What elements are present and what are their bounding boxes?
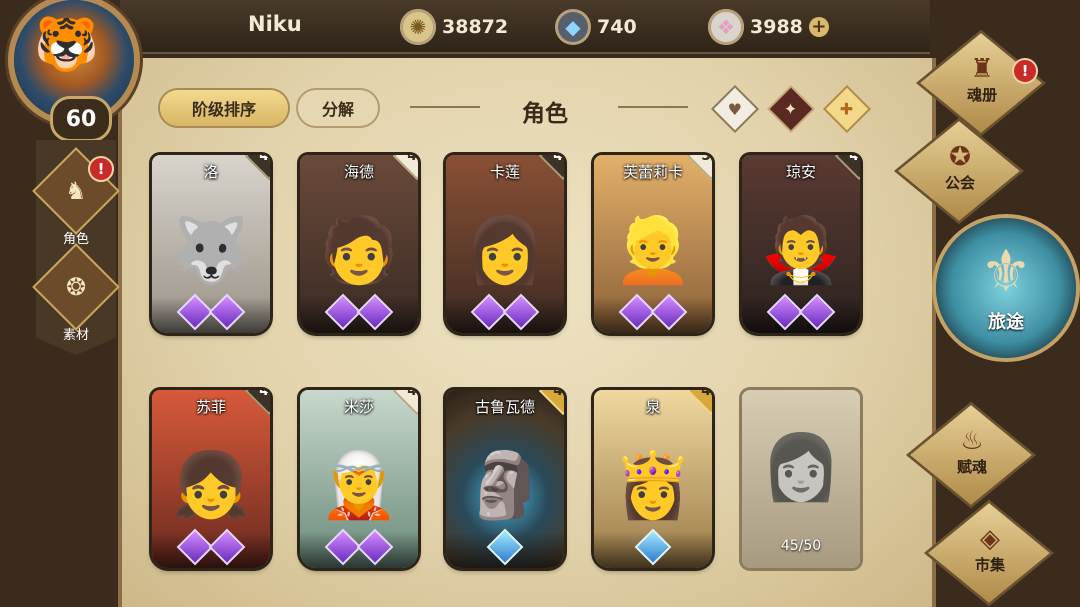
rank-gems bbox=[742, 293, 860, 333]
nav-journey-button[interactable]: ⚜ 旅途 bbox=[936, 218, 1076, 358]
purple-gem-icon bbox=[208, 293, 246, 331]
gem-currency: ❖ 3988 + bbox=[708, 8, 829, 46]
blue-gem-icon bbox=[486, 528, 524, 566]
character-card[interactable]: 🗿 古鲁瓦德 45 bbox=[446, 390, 564, 568]
character-card[interactable]: 👸 泉 45 bbox=[594, 390, 712, 568]
nav-guild[interactable]: ✪ 公会 bbox=[898, 121, 1020, 221]
character-face-icon: 👸 bbox=[613, 449, 693, 523]
badge-icon: ✚ bbox=[840, 99, 854, 119]
player-level-badge: 60 bbox=[50, 96, 112, 142]
gold-coin-icon: ✺ bbox=[400, 9, 436, 45]
crystal-currency: ◆ 740 bbox=[555, 8, 637, 46]
gem-icon: ❖ bbox=[708, 9, 744, 45]
nav-soul-infuse[interactable]: ♨ 赋魂 bbox=[910, 405, 1032, 505]
character-face-icon: 👧 bbox=[171, 449, 251, 523]
character-card[interactable]: 👧 苏菲 45 bbox=[152, 390, 270, 568]
flame-icon: ♨ bbox=[960, 425, 984, 456]
gold-currency: ✺ 38872 bbox=[400, 8, 508, 46]
soul-book-alert-badge: ! bbox=[1012, 58, 1038, 84]
decompose-button[interactable]: 分解 bbox=[298, 90, 378, 126]
purple-gem-icon bbox=[502, 293, 540, 331]
purple-gem-icon bbox=[208, 528, 246, 566]
nav-guild-label: 公会 bbox=[944, 173, 975, 192]
add-gem-button[interactable]: + bbox=[808, 17, 829, 37]
rank-gems bbox=[594, 528, 712, 568]
heart-icon: ♥ bbox=[727, 99, 743, 119]
character-face-icon: 👩 bbox=[465, 214, 545, 288]
rank-gems bbox=[446, 293, 564, 333]
character-card[interactable]: 🐺 洛 45 bbox=[152, 155, 270, 333]
rank-gems bbox=[594, 293, 712, 333]
character-face-icon: 🧑 bbox=[319, 214, 399, 288]
nav-soul-book-label: 魂册 bbox=[966, 85, 997, 104]
character-card[interactable]: 🧛 琼安 45 bbox=[742, 155, 860, 333]
nav-soul-infuse-label: 赋魂 bbox=[956, 457, 987, 476]
player-name: Niku bbox=[248, 12, 302, 36]
rank-gems bbox=[446, 528, 564, 568]
character-face-icon: 👱 bbox=[613, 214, 693, 288]
purple-gem-icon bbox=[650, 293, 688, 331]
nav-journey-label: 旅途 bbox=[988, 312, 1024, 333]
wolf-emblem-icon: ✪ bbox=[949, 141, 971, 172]
character-card[interactable]: 👩 卡莲 45 bbox=[446, 155, 564, 333]
purple-gem-icon bbox=[356, 528, 394, 566]
character-card[interactable]: 👱 芙蕾莉卡 50 bbox=[594, 155, 712, 333]
purple-gem-icon bbox=[798, 293, 836, 331]
gem-value: 3988 bbox=[750, 16, 803, 38]
blue-gem-icon bbox=[634, 528, 672, 566]
diamond-icon: ◈ bbox=[980, 523, 1000, 554]
golem-icon: 🗿 bbox=[465, 449, 545, 523]
character-face-icon: 🧝 bbox=[319, 449, 399, 523]
crystal-value: 740 bbox=[597, 16, 637, 38]
title-ornament-left bbox=[410, 106, 480, 108]
rank-gems bbox=[300, 528, 418, 568]
trident-icon: ⚜ bbox=[980, 237, 1032, 305]
nav-market[interactable]: ◈ 市集 bbox=[928, 503, 1050, 603]
title-ornament-right bbox=[618, 106, 688, 108]
gold-value: 38872 bbox=[442, 16, 509, 38]
character-card[interactable]: 🧝 米莎 45 bbox=[300, 390, 418, 568]
helmet-icon: ♜ bbox=[970, 53, 994, 84]
sort-by-rank-button[interactable]: 阶级排序 bbox=[160, 90, 288, 126]
tab-materials[interactable]: ❂ 素材 bbox=[32, 243, 120, 343]
roster-capacity: 45/50 bbox=[780, 538, 822, 554]
character-card[interactable]: 🧑 海德 46 bbox=[300, 155, 418, 333]
characters-alert-badge: ! bbox=[88, 156, 114, 182]
rank-gems bbox=[152, 293, 270, 333]
character-face-icon: 🧛 bbox=[761, 214, 841, 288]
wolf-icon: 🐺 bbox=[171, 214, 251, 288]
rank-gems bbox=[300, 293, 418, 333]
tiger-icon: 🐯 bbox=[34, 15, 99, 75]
page-title: 角色 bbox=[522, 101, 568, 127]
nav-market-label: 市集 bbox=[974, 555, 1005, 574]
material-icon: ❂ bbox=[32, 243, 120, 331]
purple-gem-icon bbox=[356, 293, 394, 331]
rank-gems bbox=[152, 528, 270, 568]
sword-icon: ✦ bbox=[784, 99, 798, 119]
silhouette-icon: 👩 bbox=[761, 431, 841, 505]
blue-crystal-icon: ◆ bbox=[555, 9, 591, 45]
